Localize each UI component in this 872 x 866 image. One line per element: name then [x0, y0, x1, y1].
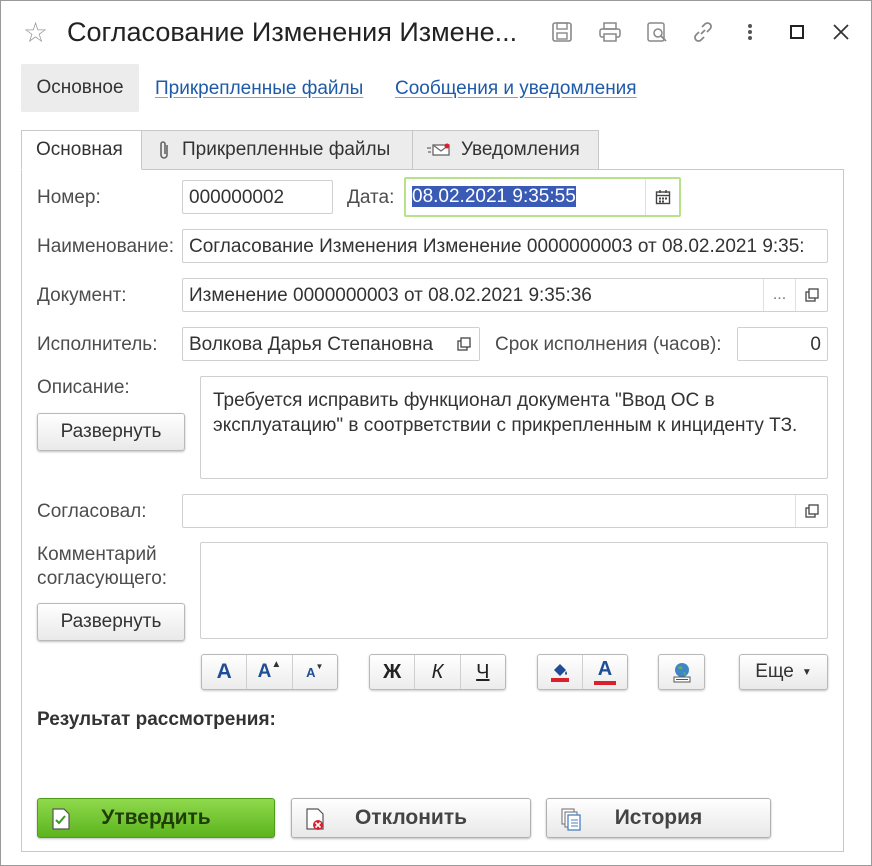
number-field[interactable]: 000000002	[182, 180, 333, 214]
italic-button[interactable]: К	[415, 655, 461, 689]
reject-button[interactable]: Отклонить	[291, 798, 531, 838]
result-label: Результат рассмотрения:	[37, 709, 276, 730]
document-check-icon	[52, 808, 70, 836]
text-color-swatch	[594, 681, 616, 685]
executor-label: Исполнитель:	[37, 334, 158, 355]
date-label: Дата:	[347, 187, 395, 208]
text-color-button[interactable]: A	[583, 655, 627, 689]
open-icon[interactable]	[449, 328, 479, 360]
window-title: Согласование Изменения Измене...	[67, 17, 518, 47]
tab-main-label: Основная	[36, 139, 123, 160]
nav-main[interactable]: Основное	[21, 64, 139, 112]
more-button[interactable]: Еще ▼	[739, 654, 828, 690]
name-field[interactable]: Согласование Изменения Изменение 0000000…	[182, 229, 828, 263]
open-icon[interactable]	[795, 279, 827, 311]
maximize-icon[interactable]	[784, 19, 810, 45]
save-icon[interactable]	[549, 19, 575, 45]
date-field[interactable]: 08.02.2021 9:35:55	[404, 177, 681, 217]
underline-button[interactable]: Ч	[461, 655, 505, 689]
nav-attached-files[interactable]: Прикрепленные файлы	[155, 78, 363, 100]
deadline-field[interactable]: 0	[737, 327, 828, 361]
image-icon[interactable]	[659, 655, 704, 689]
comment-label-line1: Комментарий	[37, 544, 157, 565]
link-icon[interactable]	[690, 19, 716, 45]
star-icon[interactable]: ☆	[23, 19, 48, 47]
executor-field[interactable]: Волкова Дарья Степановна	[182, 327, 480, 361]
expand-comment-button[interactable]: Развернуть	[37, 603, 185, 641]
increase-font-button[interactable]: A ▲	[247, 655, 293, 689]
envelope-icon	[427, 142, 451, 158]
paperclip-icon	[156, 139, 172, 161]
name-label: Наименование:	[37, 236, 174, 257]
decrease-font-label: A	[306, 664, 316, 680]
tab-files-label: Прикрепленные файлы	[182, 139, 391, 160]
description-field[interactable]: Требуется исправить функционал документа…	[200, 376, 828, 479]
history-label: История	[614, 806, 703, 829]
date-value: 08.02.2021 9:35:55	[412, 186, 576, 207]
color-group: A	[537, 654, 628, 690]
tab-files[interactable]: Прикрепленные файлы	[141, 130, 413, 170]
text-style-group: Ж К Ч	[369, 654, 506, 690]
text-color-label: A	[597, 658, 613, 680]
open-icon[interactable]	[795, 495, 827, 527]
executor-value: Волкова Дарья Степановна	[189, 334, 434, 355]
document-field[interactable]: Изменение 0000000003 от 08.02.2021 9:35:…	[182, 278, 828, 312]
tab-main[interactable]: Основная	[21, 130, 142, 170]
document-label: Документ:	[37, 285, 127, 306]
deadline-label: Срок исполнения (часов):	[495, 334, 722, 355]
history-icon	[561, 808, 583, 838]
decrease-font-button[interactable]: A ▼	[293, 655, 337, 689]
number-label: Номер:	[37, 187, 101, 208]
font-size-group: A A ▲ A ▼	[201, 654, 338, 690]
print-icon[interactable]	[597, 19, 623, 45]
fill-color-icon[interactable]	[538, 655, 583, 689]
expand-description-button[interactable]: Развернуть	[37, 413, 185, 451]
close-icon[interactable]	[828, 19, 854, 45]
approve-button[interactable]: Утвердить	[37, 798, 275, 838]
tab-notifications[interactable]: Уведомления	[412, 130, 599, 170]
approve-label: Утвердить	[101, 806, 211, 829]
comment-field[interactable]	[200, 542, 828, 639]
document-value: Изменение 0000000003 от 08.02.2021 9:35:…	[189, 285, 592, 306]
reject-label: Отклонить	[354, 806, 468, 829]
font-size-button[interactable]: A	[202, 655, 248, 689]
calendar-icon[interactable]	[645, 179, 679, 215]
document-select-button[interactable]: ...	[763, 279, 795, 311]
more-label: Еще	[755, 661, 794, 682]
approved-label: Согласовал:	[37, 501, 147, 522]
comment-label-line2: согласующего:	[37, 568, 168, 589]
approved-field[interactable]	[182, 494, 828, 528]
increase-font-label: A	[257, 661, 272, 682]
history-button[interactable]: История	[546, 798, 771, 838]
tab-notifications-label: Уведомления	[461, 139, 580, 160]
tab-divider	[598, 169, 844, 170]
bold-button[interactable]: Ж	[370, 655, 416, 689]
preview-icon[interactable]	[644, 19, 670, 45]
approval-window: ☆ Согласование Изменения Измене... Основ…	[0, 0, 872, 866]
document-reject-icon	[306, 808, 326, 838]
chevron-down-icon: ▼	[801, 666, 812, 678]
nav-messages[interactable]: Сообщения и уведомления	[395, 78, 637, 100]
more-vertical-icon[interactable]	[737, 19, 763, 45]
insert-image-group	[658, 654, 705, 690]
description-label: Описание:	[37, 377, 130, 398]
